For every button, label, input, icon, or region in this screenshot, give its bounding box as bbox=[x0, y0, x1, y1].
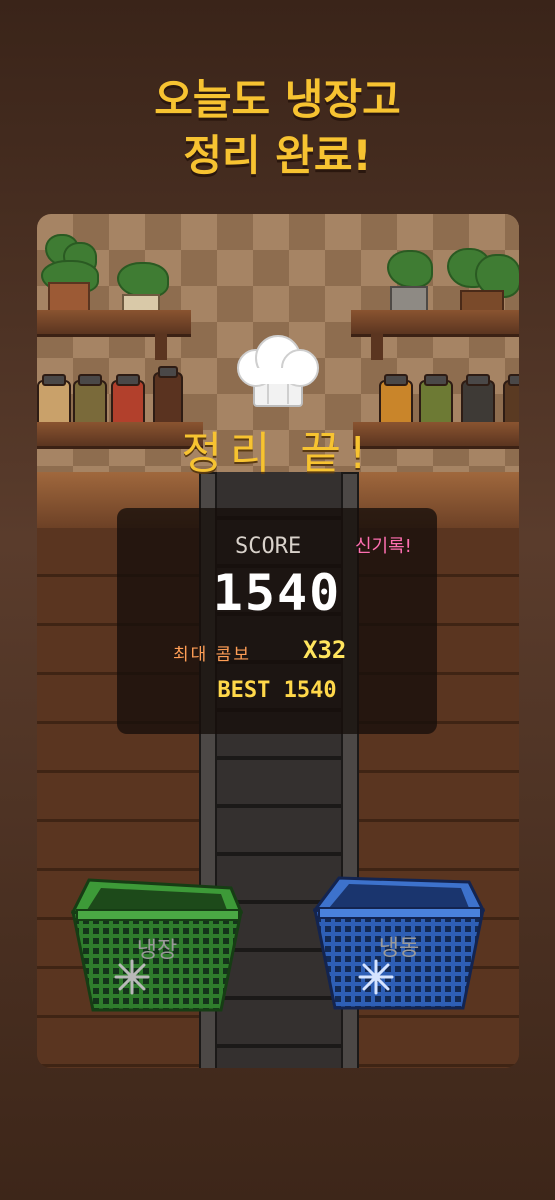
new-record-badge: 신기록! bbox=[355, 536, 412, 557]
shelf-bracket bbox=[371, 334, 383, 360]
headline: 오늘도 냉장고 정리 완료! bbox=[0, 72, 555, 184]
game-screen: 정리 끝! SCORE 신기록! 1540 최대 콤보 X32 BEST 154… bbox=[37, 214, 519, 1068]
freezer-basket[interactable]: 냉동 bbox=[312, 874, 486, 1012]
game-over-title: 정리 끝! bbox=[181, 428, 375, 479]
best-score: BEST 1540 bbox=[217, 678, 337, 703]
fridge-basket-label: 냉장 bbox=[136, 938, 178, 963]
score-panel: SCORE 신기록! 1540 최대 콤보 X32 BEST 1540 bbox=[117, 508, 437, 734]
score-value: 1540 bbox=[212, 564, 342, 622]
shelf bbox=[351, 310, 519, 337]
snowflake-icon bbox=[358, 959, 394, 995]
max-combo-value: X32 bbox=[303, 636, 347, 664]
freezer-basket-label: 냉동 bbox=[378, 936, 420, 961]
max-combo-label: 최대 콤보 bbox=[173, 645, 251, 665]
headline-line-1: 오늘도 냉장고 bbox=[154, 75, 401, 124]
score-label: SCORE bbox=[235, 534, 302, 559]
fridge-basket[interactable]: 냉장 bbox=[70, 876, 244, 1014]
plant-decoration bbox=[41, 234, 99, 314]
headline-line-2: 정리 완료! bbox=[183, 131, 372, 180]
chef-hat-icon bbox=[237, 335, 319, 407]
shelf bbox=[37, 310, 191, 337]
shelf-bracket bbox=[155, 334, 167, 360]
